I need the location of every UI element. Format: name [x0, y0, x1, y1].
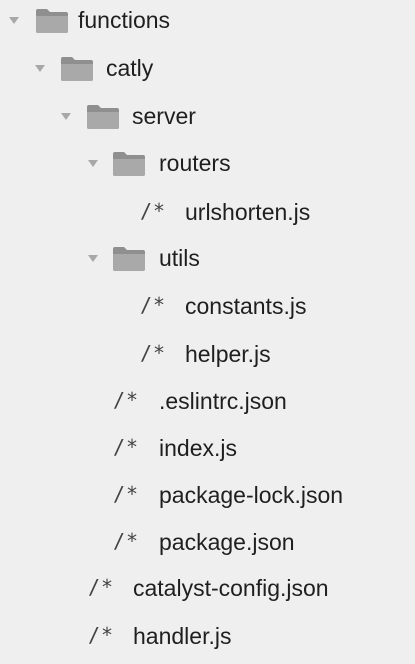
- chevron-down-icon[interactable]: [34, 62, 46, 74]
- tree-item-label: constants.js: [185, 293, 307, 319]
- tree-item-package-lock-json[interactable]: /* package-lock.json: [0, 475, 415, 515]
- folder-icon: [87, 105, 119, 129]
- code-file-icon: /*: [140, 341, 167, 365]
- tree-item-label: index.js: [159, 435, 237, 461]
- tree-item-server[interactable]: server: [0, 96, 415, 136]
- tree-item-functions[interactable]: functions: [0, 0, 415, 40]
- chevron-down-icon[interactable]: [87, 252, 99, 264]
- tree-item-catalyst-config-json[interactable]: /* catalyst-config.json: [0, 568, 415, 608]
- code-file-icon: /*: [113, 435, 140, 459]
- tree-item-label: catly: [106, 55, 154, 81]
- tree-item-label: functions: [78, 7, 171, 33]
- file-tree: functions catly server routers /* urlsho…: [0, 0, 415, 664]
- code-file-icon: /*: [88, 623, 115, 647]
- tree-item-index-js[interactable]: /* index.js: [0, 428, 415, 468]
- chevron-down-icon[interactable]: [87, 157, 99, 169]
- tree-item-utils[interactable]: utils: [0, 238, 415, 278]
- code-file-icon: /*: [88, 575, 115, 599]
- tree-item-urlshorten-js[interactable]: /* urlshorten.js: [0, 192, 415, 232]
- tree-item-helper-js[interactable]: /* helper.js: [0, 334, 415, 374]
- folder-icon: [61, 57, 93, 81]
- code-file-icon: /*: [140, 199, 167, 223]
- tree-item-label: helper.js: [185, 341, 271, 367]
- tree-item-label: utils: [159, 245, 200, 271]
- tree-item-label: urlshorten.js: [185, 199, 311, 225]
- tree-item-package-json[interactable]: /* package.json: [0, 522, 415, 562]
- code-file-icon: /*: [113, 482, 140, 506]
- tree-item-label: catalyst-config.json: [133, 575, 329, 601]
- code-file-icon: /*: [140, 293, 167, 317]
- tree-item-label: package.json: [159, 529, 295, 555]
- tree-item-label: package-lock.json: [159, 482, 344, 508]
- tree-item-eslintrc-json[interactable]: /* .eslintrc.json: [0, 381, 415, 421]
- tree-item-catly[interactable]: catly: [0, 48, 415, 88]
- chevron-down-icon[interactable]: [60, 110, 72, 122]
- folder-icon: [36, 9, 68, 33]
- tree-item-label: .eslintrc.json: [159, 388, 287, 414]
- tree-item-label: server: [132, 103, 196, 129]
- folder-icon: [113, 247, 145, 271]
- folder-icon: [113, 152, 145, 176]
- chevron-down-icon[interactable]: [8, 14, 20, 26]
- tree-item-label: routers: [159, 150, 231, 176]
- tree-item-routers[interactable]: routers: [0, 143, 415, 183]
- code-file-icon: /*: [113, 529, 140, 553]
- tree-item-label: handler.js: [133, 623, 232, 649]
- tree-item-handler-js[interactable]: /* handler.js: [0, 616, 415, 656]
- code-file-icon: /*: [113, 388, 140, 412]
- tree-item-constants-js[interactable]: /* constants.js: [0, 286, 415, 326]
